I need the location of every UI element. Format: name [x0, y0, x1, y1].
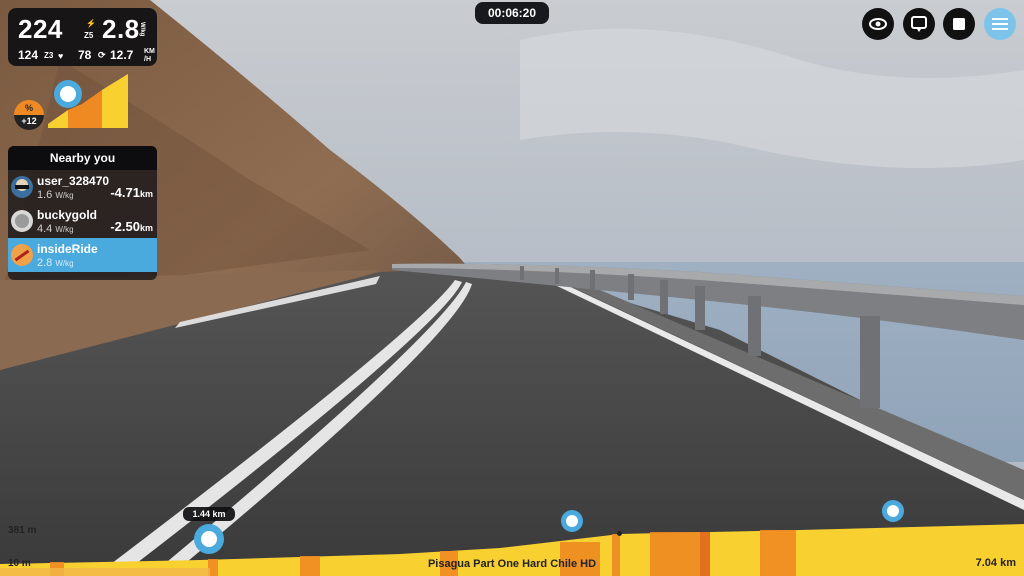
screen-share-icon: [911, 16, 927, 32]
rider-name: user_328470: [37, 174, 110, 188]
grade-widget: % +12: [12, 74, 132, 134]
rider-distance: -2.50km: [110, 219, 153, 234]
avatar-icon: [201, 531, 217, 547]
rider-row[interactable]: buckygold 4.4 W/kg -2.50km: [8, 204, 157, 238]
stop-button[interactable]: [943, 8, 975, 40]
speed-value: 12.7: [110, 48, 134, 62]
elapsed-timer: 00:06:20: [475, 2, 549, 24]
speed-unit-top: KM: [144, 48, 155, 55]
power-value: 224: [18, 14, 63, 44]
hr-zone: Z3: [44, 51, 54, 60]
menu-button[interactable]: [984, 8, 1016, 40]
rider-position-marker: [54, 80, 82, 108]
nearby-title: Nearby you: [8, 146, 157, 170]
rider-row[interactable]: user_328470 1.6 W/kg -4.71km: [8, 170, 157, 204]
wkg-unit: W/kg: [139, 22, 145, 37]
grade-value: +12: [21, 116, 37, 126]
heart-icon: ♥: [58, 51, 64, 61]
power-zone: Z5: [84, 31, 94, 40]
rider-wkg: 2.8 W/kg: [37, 257, 74, 269]
speed-unit-bottom: /H: [144, 56, 151, 63]
rider-wkg: 4.4 W/kg: [37, 223, 74, 235]
max-elevation-label: 381 m: [8, 525, 37, 536]
rider-position-marker: [561, 510, 583, 532]
wkg-value: 2.8: [102, 14, 140, 44]
ride-video-frame: [0, 0, 1024, 576]
avatar: [11, 210, 33, 232]
avatar-icon: [60, 86, 76, 102]
avatar-icon: [566, 515, 578, 527]
heart-rate-value: 124: [18, 48, 39, 62]
rider-position-marker: [882, 500, 904, 522]
cadence-icon: ⟳: [98, 50, 106, 60]
cadence-value: 78: [78, 48, 92, 62]
grade-badge: % +12: [14, 100, 44, 130]
rider-wkg: 1.6 W/kg: [37, 189, 74, 201]
stop-icon: [953, 18, 965, 30]
eye-icon: [869, 18, 887, 30]
avatar: [11, 176, 33, 198]
screen-share-button[interactable]: [903, 8, 935, 40]
avatar: [11, 244, 33, 266]
course-title: Pisagua Part One Hard Chile HD: [427, 558, 597, 570]
nearby-riders-panel: Nearby you user_328470 1.6 W/kg -4.71km …: [8, 146, 157, 280]
total-distance-label: 7.04 km: [975, 557, 1016, 569]
view-toggle-button[interactable]: [862, 8, 894, 40]
avatar-icon: [887, 505, 899, 517]
power-zone-icon: ⚡: [86, 19, 96, 28]
self-position-marker: [194, 524, 224, 554]
current-distance-tag: 1.44 km: [183, 507, 235, 521]
rider-row-self[interactable]: insideRide 2.8 W/kg: [8, 238, 157, 272]
progress-dot: [617, 531, 622, 536]
rider-distance: -4.71km: [110, 185, 153, 200]
rider-name: insideRide: [37, 242, 98, 256]
grade-symbol: %: [24, 103, 33, 113]
metrics-panel: 224 ⚡ Z5 2.8 W/kg 124 Z3 ♥ 78 ⟳ 12.7 KM …: [8, 8, 157, 66]
menu-icon: [992, 18, 1008, 30]
rider-name: buckygold: [37, 208, 98, 222]
